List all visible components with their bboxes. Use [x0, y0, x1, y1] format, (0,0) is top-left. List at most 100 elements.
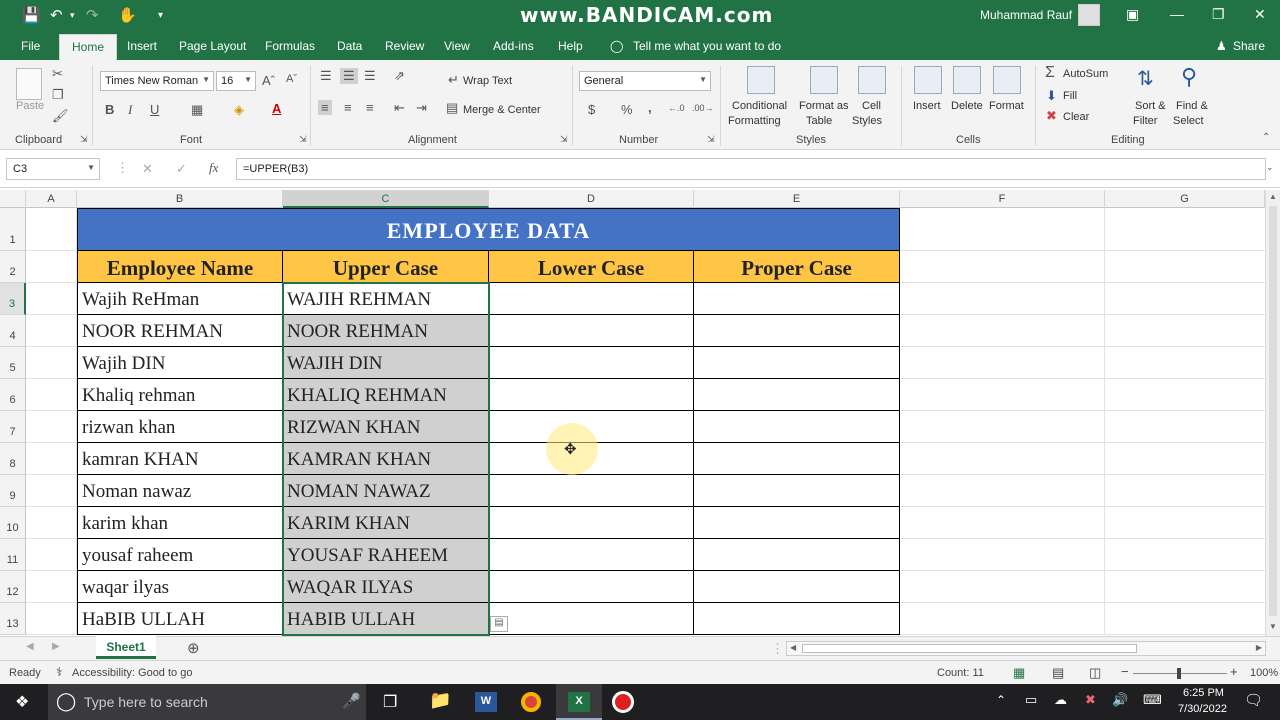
- clock-time[interactable]: 6:25 PM: [1183, 687, 1224, 699]
- insert-function-button[interactable]: fx: [209, 160, 218, 176]
- close-icon[interactable]: ✕: [1254, 6, 1266, 23]
- table-cell[interactable]: [489, 379, 694, 411]
- vertical-scrollbar[interactable]: ▲ ▼: [1265, 190, 1280, 636]
- table-cell[interactable]: [489, 539, 694, 571]
- table-cell[interactable]: [489, 315, 694, 347]
- font-name-select[interactable]: Times New Roman ▼: [100, 71, 214, 91]
- row-header-10[interactable]: 10: [0, 507, 26, 539]
- cell-styles-label-2[interactable]: Styles: [852, 115, 882, 127]
- microphone-icon[interactable]: 🎤: [342, 692, 361, 710]
- volume-icon[interactable]: 🔊: [1112, 692, 1128, 708]
- collapse-ribbon-icon[interactable]: ⌃: [1262, 132, 1270, 143]
- table-header-cell[interactable]: Proper Case: [694, 251, 900, 283]
- conditional-formatting-label-1[interactable]: Conditional: [732, 100, 787, 112]
- chevron-up-icon[interactable]: ⌃: [996, 693, 1006, 707]
- table-cell[interactable]: [694, 411, 900, 443]
- conditional-formatting-label-2[interactable]: Formatting: [728, 115, 781, 127]
- percent-button[interactable]: %: [621, 102, 633, 117]
- table-cell[interactable]: Khaliq rehman: [77, 379, 283, 411]
- file-explorer-icon[interactable]: 📁: [429, 690, 451, 711]
- table-cell[interactable]: [489, 443, 694, 475]
- tab-page-layout[interactable]: Page Layout: [179, 39, 246, 53]
- next-sheet-icon[interactable]: ▶: [52, 641, 60, 652]
- scroll-thumb[interactable]: [1269, 206, 1277, 616]
- table-cell[interactable]: WAJIH REHMAN: [283, 283, 489, 315]
- borders-icon[interactable]: ▦: [191, 102, 203, 118]
- restore-icon[interactable]: ❐: [1212, 6, 1225, 23]
- table-cell[interactable]: kamran KHAN: [77, 443, 283, 475]
- zoom-in-icon[interactable]: +: [1230, 664, 1238, 679]
- table-cell[interactable]: [694, 603, 900, 635]
- find-select-label-1[interactable]: Find &: [1176, 100, 1208, 112]
- avatar[interactable]: [1078, 4, 1100, 26]
- table-cell[interactable]: Noman nawaz: [77, 475, 283, 507]
- enter-icon[interactable]: ✓: [176, 161, 187, 177]
- task-view-icon[interactable]: ❐: [383, 692, 397, 712]
- decrease-indent-icon[interactable]: ⇤: [394, 100, 405, 116]
- underline-button[interactable]: U: [150, 102, 159, 117]
- cut-icon[interactable]: ✂: [52, 66, 63, 82]
- minimize-icon[interactable]: —: [1170, 6, 1184, 22]
- table-cell[interactable]: Wajih ReHman: [77, 283, 283, 315]
- table-cell[interactable]: NOOR REHMAN: [77, 315, 283, 347]
- table-cell[interactable]: [694, 475, 900, 507]
- table-cell[interactable]: RIZWAN KHAN: [283, 411, 489, 443]
- table-cell[interactable]: WAJIH DIN: [283, 347, 489, 379]
- quick-analysis-icon[interactable]: ▤: [490, 616, 508, 632]
- zoom-out-icon[interactable]: −: [1121, 664, 1129, 679]
- row-header-3[interactable]: 3: [0, 283, 26, 315]
- decrease-decimal-icon[interactable]: .00→: [692, 103, 714, 113]
- row-header-5[interactable]: 5: [0, 347, 26, 379]
- ribbon-display-icon[interactable]: ▣: [1126, 6, 1139, 23]
- orientation-icon[interactable]: ⇗: [394, 68, 405, 84]
- align-left-icon[interactable]: ≡: [318, 100, 332, 115]
- row-header-8[interactable]: 8: [0, 443, 26, 475]
- merge-center-button[interactable]: Merge & Center: [463, 104, 541, 116]
- row-header-7[interactable]: 7: [0, 411, 26, 443]
- name-box[interactable]: C3 ▼: [6, 158, 100, 180]
- table-cell[interactable]: [489, 603, 694, 635]
- table-cell[interactable]: Wajih DIN: [77, 347, 283, 379]
- tab-data[interactable]: Data: [337, 39, 362, 53]
- table-cell[interactable]: [489, 283, 694, 315]
- sort-filter-label-2[interactable]: Filter: [1133, 115, 1157, 127]
- format-cells-button[interactable]: Format: [989, 100, 1024, 112]
- row-header-9[interactable]: 9: [0, 475, 26, 507]
- tab-view[interactable]: View: [444, 39, 470, 53]
- table-header-cell[interactable]: Upper Case: [283, 251, 489, 283]
- undo-dropdown-icon[interactable]: ▾: [70, 10, 75, 21]
- table-cell[interactable]: [694, 507, 900, 539]
- align-middle-icon[interactable]: ☰: [340, 68, 358, 84]
- align-bottom-icon[interactable]: ☰: [364, 68, 376, 84]
- column-header-c[interactable]: C: [283, 190, 489, 208]
- format-as-table-label-2[interactable]: Table: [806, 115, 832, 127]
- wrap-text-button[interactable]: Wrap Text: [463, 75, 512, 87]
- undo-icon[interactable]: ↶: [50, 6, 63, 24]
- increase-indent-icon[interactable]: ⇥: [416, 100, 427, 116]
- page-break-view-icon[interactable]: ◫: [1089, 665, 1101, 681]
- windows-start-icon[interactable]: ❖: [15, 692, 29, 712]
- table-cell[interactable]: [489, 571, 694, 603]
- horizontal-scrollbar[interactable]: ◀ ▶: [786, 641, 1266, 656]
- font-launcher-icon[interactable]: ⇲: [299, 134, 307, 145]
- bandicam-icon[interactable]: [612, 691, 634, 713]
- table-header-cell[interactable]: Employee Name: [77, 251, 283, 283]
- user-name[interactable]: Muhammad Rauf: [980, 8, 1072, 22]
- expand-formula-icon[interactable]: ⌄: [1266, 162, 1274, 173]
- table-cell[interactable]: waqar ilyas: [77, 571, 283, 603]
- word-icon[interactable]: W: [475, 692, 497, 712]
- table-cell[interactable]: KARIM KHAN: [283, 507, 489, 539]
- number-format-select[interactable]: General ▼: [579, 71, 711, 91]
- increase-decimal-icon[interactable]: ←.0: [668, 103, 685, 113]
- table-cell[interactable]: [694, 443, 900, 475]
- column-header-e[interactable]: E: [694, 190, 900, 208]
- row-header-12[interactable]: 12: [0, 571, 26, 603]
- taskbar-search-box[interactable]: ◯ Type here to search 🎤: [48, 684, 366, 720]
- tab-review[interactable]: Review: [385, 39, 424, 53]
- clipboard-launcher-icon[interactable]: ⇲: [80, 134, 88, 145]
- touch-mode-icon[interactable]: ✋: [118, 6, 137, 24]
- cell-styles-label-1[interactable]: Cell: [862, 100, 881, 112]
- increase-font-icon[interactable]: Aˆ: [262, 73, 275, 88]
- notifications-icon[interactable]: 🗨: [1244, 691, 1263, 709]
- row-header-11[interactable]: 11: [0, 539, 26, 571]
